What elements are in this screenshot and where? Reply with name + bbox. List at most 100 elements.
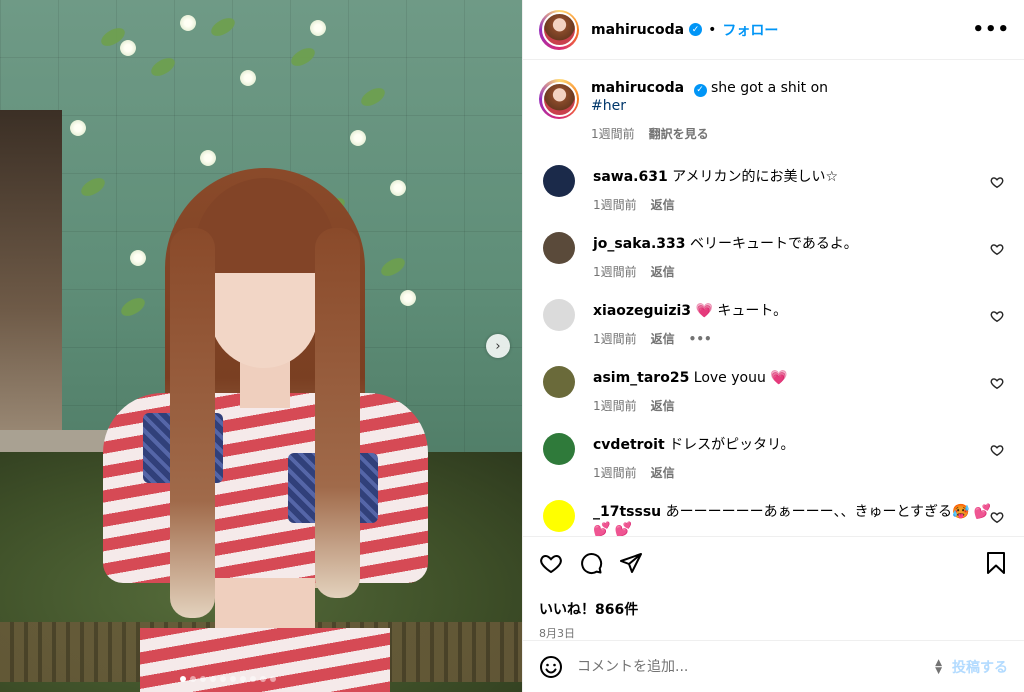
separator: •	[708, 21, 717, 38]
comment-row: _17tsssu あーーーーーーあぁーーー、、きゅーとすぎる🥵 💕 💕 💕	[539, 496, 1008, 536]
comment-time[interactable]: 1週間前	[593, 263, 637, 281]
comment-list[interactable]: mahirucoda ✓ she got a shit on #her 1週間前…	[523, 61, 1024, 536]
author-avatar[interactable]	[539, 9, 579, 50]
hair-strand-right	[315, 228, 360, 598]
comment-meta: 1週間前 返信	[593, 464, 1008, 482]
comment-body: cvdetroit ドレスがピッタリ。 1週間前 返信	[593, 433, 1008, 482]
leaf	[208, 14, 238, 40]
hashtag-link[interactable]: #her	[591, 97, 828, 115]
carousel-dot	[260, 676, 266, 682]
commenter-avatar[interactable]	[543, 366, 575, 398]
commenter-avatar[interactable]	[543, 232, 575, 264]
carousel-dot	[190, 676, 196, 682]
reply-button[interactable]: 返信	[651, 263, 675, 281]
flower	[310, 20, 326, 36]
reply-button[interactable]: 返信	[651, 397, 675, 415]
commenter-username[interactable]: sawa.631	[593, 169, 668, 185]
comment-rows: sawa.631 アメリカン的にお美しい☆ 1週間前 返信 jo_saka.333 ベ…	[539, 161, 1008, 536]
more-options-icon[interactable]: •••	[972, 19, 1010, 40]
comment-row: sawa.631 アメリカン的にお美しい☆ 1週間前 返信	[539, 161, 1008, 228]
commenter-avatar[interactable]	[543, 165, 575, 197]
chevron-down-icon: ▼	[935, 665, 942, 676]
reply-button[interactable]: 返信	[651, 196, 675, 214]
caption-meta: 1週間前 翻訳を見る	[591, 125, 828, 143]
reply-button[interactable]: 返信	[651, 464, 675, 482]
follow-button[interactable]: フォロー	[722, 20, 778, 40]
resize-handle-icon[interactable]: ▲ ▼	[935, 658, 942, 676]
action-bar: いいね！866件 8月3日	[523, 536, 1024, 640]
comment-like-heart-icon[interactable]	[990, 242, 1004, 256]
commenter-avatar[interactable]	[543, 500, 575, 532]
comment-meta: 1週間前 返信	[593, 263, 1008, 281]
caption-username[interactable]: mahirucoda	[591, 80, 684, 96]
like-count[interactable]: いいね！866件	[539, 599, 1008, 619]
post-viewer: › mahirucoda ✓ • フォロー ••• mahirucoda ✓ s…	[0, 0, 1024, 692]
heart-icon[interactable]	[539, 551, 563, 575]
post-comment-button[interactable]: 投稿する	[952, 657, 1008, 677]
commenter-username[interactable]: xiaozeguizi3	[593, 303, 691, 319]
comment-like-heart-icon[interactable]	[990, 510, 1004, 524]
commenter-username[interactable]: asim_taro25	[593, 370, 689, 386]
caption-time[interactable]: 1週間前	[591, 125, 635, 143]
carousel-dot	[230, 676, 236, 682]
comment-text: 💗 キュート。	[695, 303, 788, 319]
verified-badge-icon: ✓	[693, 83, 707, 97]
comment-text: ベリーキュートであるよ。	[689, 236, 858, 252]
bookmark-icon[interactable]	[984, 551, 1008, 575]
commenter-username[interactable]: jo_saka.333	[593, 236, 686, 252]
avatar-image	[541, 12, 577, 47]
comment-row: cvdetroit ドレスがピッタリ。 1週間前 返信	[539, 429, 1008, 496]
emoji-icon[interactable]	[539, 655, 563, 679]
flower	[180, 15, 196, 31]
translate-button[interactable]: 翻訳を見る	[649, 125, 709, 143]
comment-like-heart-icon[interactable]	[990, 443, 1004, 457]
flower	[70, 120, 86, 136]
commenter-avatar[interactable]	[543, 433, 575, 465]
flower	[240, 70, 256, 86]
caption-avatar[interactable]	[539, 79, 579, 119]
flag-print-top	[103, 393, 428, 583]
comment-body: sawa.631 アメリカン的にお美しい☆ 1週間前 返信	[593, 165, 1008, 214]
comment-row: xiaozeguizi3 💗 キュート。 1週間前 返信 •••	[539, 295, 1008, 362]
carousel-dot	[250, 676, 256, 682]
comment-row: jo_saka.333 ベリーキュートであるよ。 1週間前 返信	[539, 228, 1008, 295]
comment-body: asim_taro25 Love youu 💗 1週間前 返信	[593, 366, 1008, 415]
carousel-dot	[220, 676, 226, 682]
woman-portrait	[95, 168, 435, 692]
comment-time[interactable]: 1週間前	[593, 330, 637, 348]
comment-like-heart-icon[interactable]	[990, 175, 1004, 189]
verified-badge-icon: ✓	[689, 23, 703, 36]
comment-input[interactable]	[577, 658, 936, 675]
comment-like-heart-icon[interactable]	[990, 376, 1004, 390]
reply-button[interactable]: 返信	[651, 330, 675, 348]
caption-text: she got a shit on	[710, 80, 829, 96]
carousel-dot	[270, 676, 276, 682]
share-icon[interactable]	[619, 551, 643, 575]
comment-time[interactable]: 1週間前	[593, 464, 637, 482]
comment-icon[interactable]	[579, 551, 603, 575]
commenter-username[interactable]: _17tsssu	[593, 504, 661, 520]
doorway	[0, 110, 62, 440]
post-date[interactable]: 8月3日	[539, 625, 1008, 641]
carousel-dot	[180, 676, 186, 682]
flower	[350, 130, 366, 146]
carousel-next-button[interactable]: ›	[486, 334, 510, 358]
flower	[200, 150, 216, 166]
comment-time[interactable]: 1週間前	[593, 397, 637, 415]
caption-body: mahirucoda ✓ she got a shit on #her 1週間前…	[591, 79, 828, 161]
comment-more-icon[interactable]: •••	[689, 330, 712, 348]
comment-text: Love youu 💗	[693, 370, 788, 386]
post-header: mahirucoda ✓ • フォロー •••	[523, 0, 1024, 60]
hair-strand-left	[170, 228, 215, 618]
comment-time[interactable]: 1週間前	[593, 196, 637, 214]
comment-like-heart-icon[interactable]	[990, 309, 1004, 323]
commenter-username[interactable]: cvdetroit	[593, 437, 665, 453]
post-photo[interactable]: ›	[0, 0, 522, 692]
author-username[interactable]: mahirucoda	[591, 22, 684, 38]
chevron-right-icon: ›	[495, 338, 501, 354]
leaf	[148, 54, 178, 80]
comment-row: asim_taro25 Love youu 💗 1週間前 返信	[539, 362, 1008, 429]
commenter-avatar[interactable]	[543, 299, 575, 331]
flower	[120, 40, 136, 56]
comment-meta: 1週間前 返信	[593, 397, 1008, 415]
